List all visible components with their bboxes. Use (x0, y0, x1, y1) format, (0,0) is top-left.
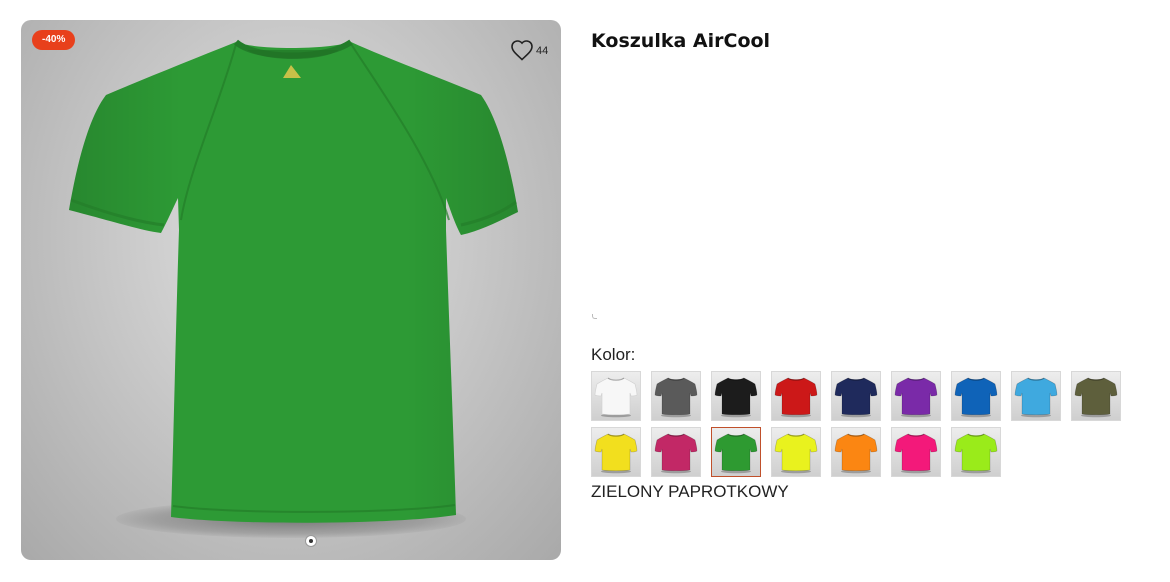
color-swatch[interactable] (831, 427, 881, 477)
color-swatch[interactable] (771, 371, 821, 421)
color-swatch[interactable] (1071, 371, 1121, 421)
color-swatch[interactable] (711, 427, 761, 477)
color-swatch[interactable] (951, 427, 1001, 477)
product-title: Koszulka AirCool (591, 30, 771, 52)
tshirt-swatch-icon (654, 377, 698, 418)
discount-badge: -40% (32, 30, 76, 50)
tshirt-swatch-icon (714, 377, 758, 418)
selected-color-name: ZIELONY PAPROTKOWY (591, 482, 789, 501)
color-swatch[interactable] (771, 427, 821, 477)
product-image-tshirt (69, 39, 518, 523)
favorites-count: 44 (536, 45, 549, 57)
heart-outline-icon[interactable] (510, 39, 534, 61)
tshirt-swatch-icon (594, 433, 638, 474)
color-swatch-grid (591, 371, 1131, 477)
color-swatch[interactable] (651, 371, 701, 421)
tshirt-swatch-icon (894, 377, 938, 418)
color-swatch[interactable] (1011, 371, 1061, 421)
color-label: Kolor: (591, 345, 636, 364)
color-swatch[interactable] (951, 371, 1001, 421)
color-swatch[interactable] (891, 371, 941, 421)
tshirt-swatch-icon (714, 433, 758, 474)
tshirt-swatch-icon (834, 433, 878, 474)
tshirt-swatch-icon (954, 433, 998, 474)
tshirt-swatch-icon (954, 377, 998, 418)
color-swatch[interactable] (711, 371, 761, 421)
tshirt-swatch-icon (774, 377, 818, 418)
tshirt-swatch-icon (774, 433, 818, 474)
favorite-button[interactable]: 44 (510, 39, 548, 61)
color-swatch[interactable] (651, 427, 701, 477)
decorative-mark (592, 314, 597, 319)
tshirt-swatch-icon (594, 377, 638, 418)
tshirt-swatch-icon (1014, 377, 1058, 418)
color-swatch[interactable] (831, 371, 881, 421)
tshirt-swatch-icon (894, 433, 938, 474)
color-swatch[interactable] (591, 427, 641, 477)
color-swatch[interactable] (891, 427, 941, 477)
color-swatch[interactable] (591, 371, 641, 421)
carousel-dot-icon[interactable] (306, 536, 316, 546)
tshirt-swatch-icon (834, 377, 878, 418)
product-image-gallery[interactable]: -40% 44 (21, 20, 561, 560)
tshirt-swatch-icon (654, 433, 698, 474)
tshirt-swatch-icon (1074, 377, 1118, 418)
